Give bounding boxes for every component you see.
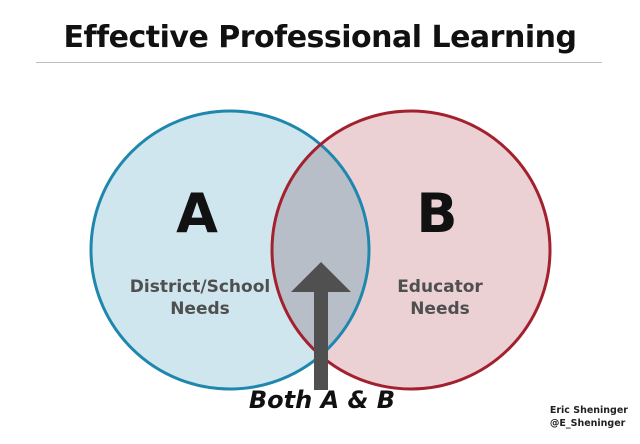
author-name: Eric Sheninger [549,405,628,416]
author-handle: @E_Sheninger [549,418,626,429]
overlap-caption: Both A & B [248,386,396,414]
circle-a-label-line2: Needs [170,299,230,319]
arrow-shaft [314,290,328,390]
circle-a-letter: A [176,182,218,245]
author-credit: Eric Sheninger @E_Sheninger [550,404,628,430]
circle-b-label-line2: Needs [410,299,470,319]
circle-b-letter: B [416,182,457,245]
circle-b-label-line1: Educator [397,277,483,297]
circle-a-label-line1: District/School [130,277,270,297]
venn-diagram: A B District/School Needs Educator Needs [89,109,552,391]
